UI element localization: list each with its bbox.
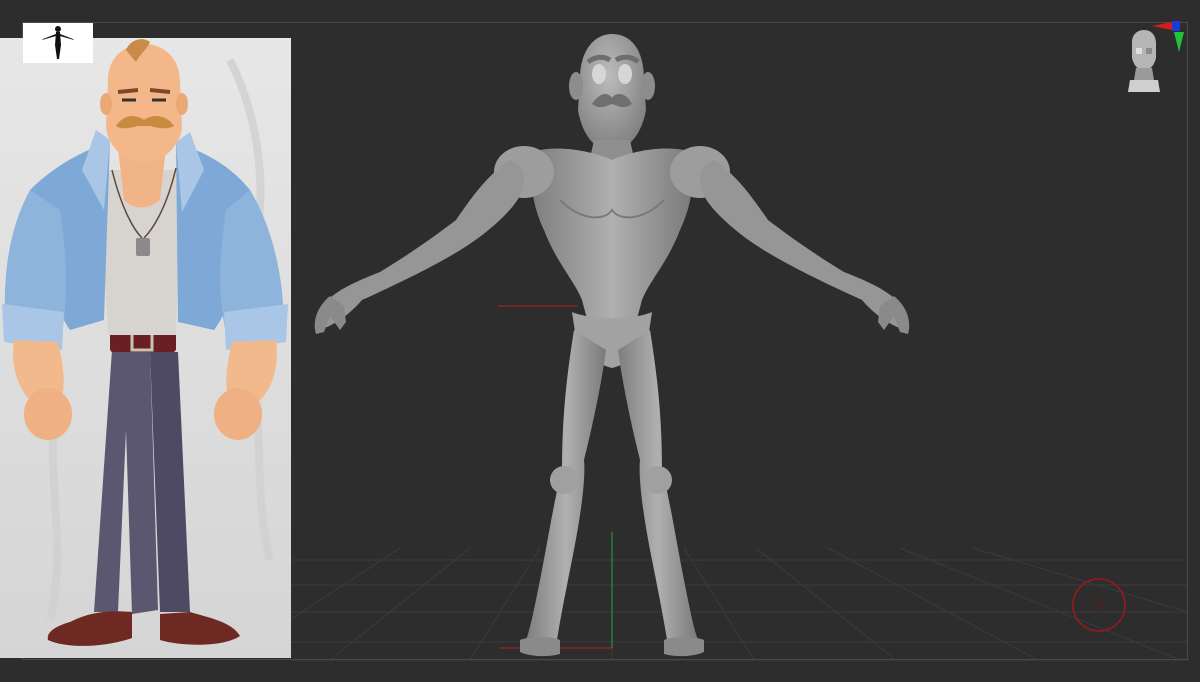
model-right-ear: [641, 72, 655, 100]
pose-thumbnail[interactable]: [23, 23, 93, 63]
3d-viewport[interactable]: [0, 0, 1200, 682]
model-right-knee: [644, 466, 672, 494]
model-left-knee: [550, 466, 578, 494]
sculpted-male-body[interactable]: [0, 0, 1200, 682]
model-left-ear: [569, 72, 583, 100]
t-pose-figure-icon: [42, 26, 74, 59]
rotation-circle-icon[interactable]: [1068, 574, 1130, 636]
model-head: [578, 34, 646, 152]
model-right-arm: [699, 160, 906, 330]
axis-gizmo-icon[interactable]: [1148, 18, 1188, 58]
model-left-arm: [318, 160, 525, 330]
